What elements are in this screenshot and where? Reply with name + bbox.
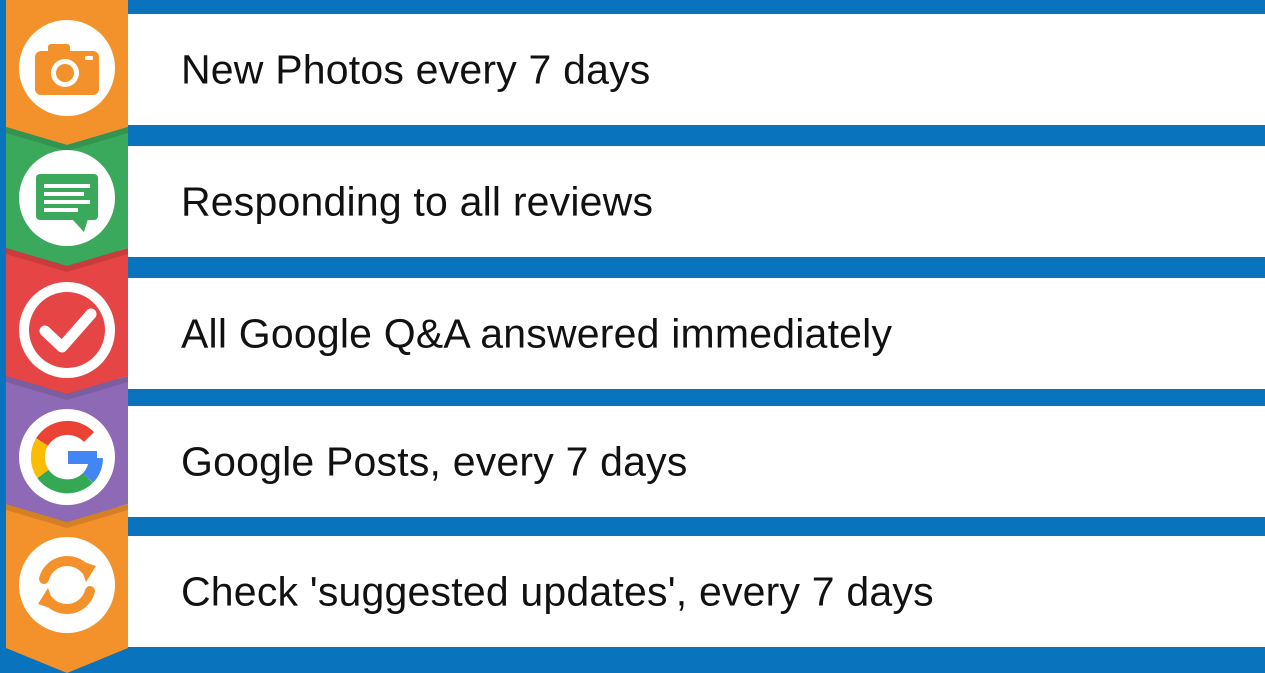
comment-icon [19, 150, 115, 246]
checkmark-icon [19, 282, 115, 378]
item-label-5: Check 'suggested updates', every 7 days [181, 568, 934, 614]
item-card-4: Google Posts, every 7 days [118, 406, 1265, 517]
refresh-icon [19, 537, 115, 633]
ribbon-column [6, 0, 128, 673]
item-label-2: Responding to all reviews [181, 178, 654, 224]
item-card-1: New Photos every 7 days [118, 14, 1265, 125]
item-card-3: All Google Q&A answered immediately [118, 278, 1265, 389]
google-icon [19, 409, 115, 505]
camera-icon [19, 20, 115, 116]
item-label-3: All Google Q&A answered immediately [181, 310, 893, 356]
checklist-infographic: New Photos every 7 days Responding to al… [0, 0, 1265, 673]
item-label-4: Google Posts, every 7 days [181, 438, 688, 484]
item-card-5: Check 'suggested updates', every 7 days [118, 536, 1265, 647]
item-label-1: New Photos every 7 days [181, 46, 651, 92]
item-card-2: Responding to all reviews [118, 146, 1265, 257]
